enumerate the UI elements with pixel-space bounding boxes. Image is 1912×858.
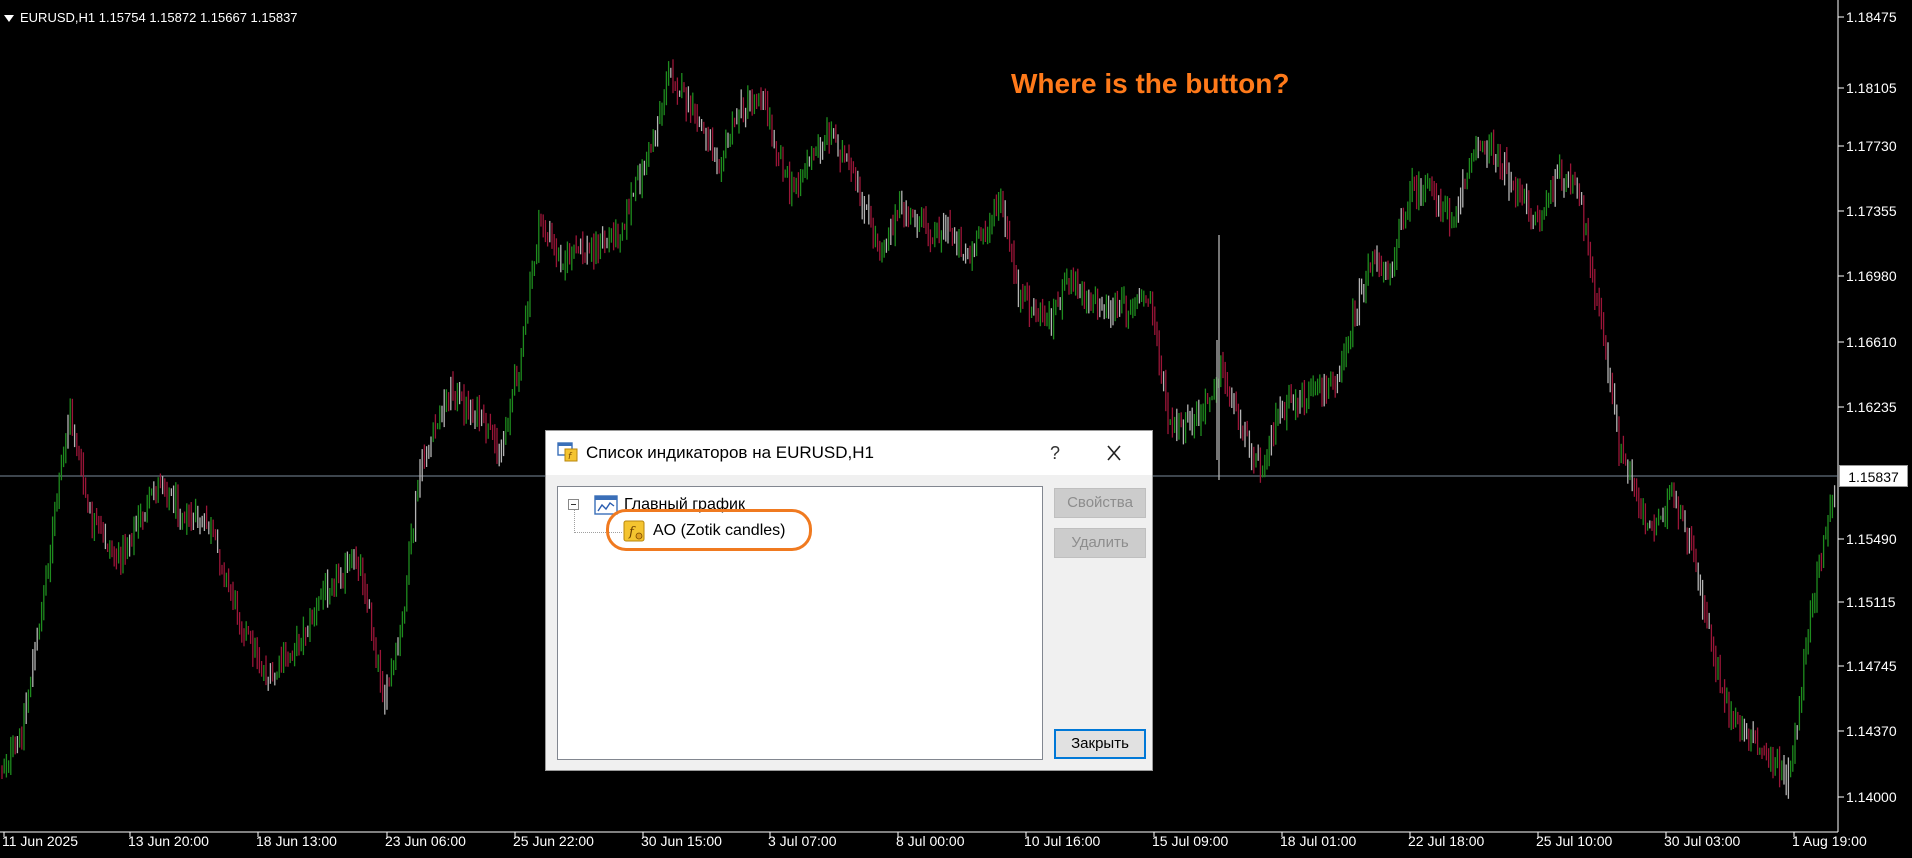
time-axis-label: 30 Jun 15:00 — [641, 833, 722, 849]
price-axis-label: 1.15490 — [1846, 531, 1897, 547]
time-axis-label: 11 Jun 2025 — [2, 833, 79, 849]
price-axis-label: 1.14000 — [1846, 789, 1897, 805]
help-button[interactable]: ? — [1037, 439, 1073, 467]
price-axis-label: 1.14370 — [1846, 723, 1897, 739]
price-axis-label: 1.18105 — [1846, 80, 1897, 96]
close-button[interactable]: Закрыть — [1054, 729, 1146, 759]
price-axis-label: 1.16610 — [1846, 334, 1897, 350]
price-axis-label: 1.15115 — [1846, 594, 1896, 610]
symbol-info: EURUSD,H1 1.15754 1.15872 1.15667 1.1583… — [4, 10, 298, 25]
time-axis-label: 18 Jun 13:00 — [256, 833, 337, 849]
collapse-icon[interactable] — [568, 499, 579, 510]
time-axis-label: 22 Jul 18:00 — [1408, 833, 1485, 849]
time-axis-label: 25 Jul 10:00 — [1536, 833, 1613, 849]
time-axis-label: 18 Jul 01:00 — [1280, 833, 1357, 849]
dropdown-triangle-icon[interactable] — [4, 15, 14, 23]
dialog-title: Список индикаторов на EURUSD,H1 — [586, 443, 874, 462]
price-axis-label: 1.17355 — [1846, 203, 1897, 219]
current-price-tag: 1.15837 — [1839, 465, 1908, 487]
time-axis-label: 3 Jul 07:00 — [768, 833, 837, 849]
time-axis-label: 25 Jun 22:00 — [513, 833, 594, 849]
time-axis-label: 8 Jul 00:00 — [896, 833, 965, 849]
delete-button[interactable]: Удалить — [1054, 528, 1146, 558]
time-axis-label: 1 Aug 19:00 — [1792, 833, 1867, 849]
symbol-info-text: EURUSD,H1 1.15754 1.15872 1.15667 1.1583… — [20, 10, 298, 25]
price-axis-label: 1.18475 — [1846, 9, 1897, 25]
price-axis-label: 1.14745 — [1846, 658, 1897, 674]
chart-window[interactable]: EURUSD,H1 1.15754 1.15872 1.15667 1.1583… — [0, 0, 1912, 858]
price-axis-label: 1.16235 — [1846, 399, 1897, 415]
time-axis-label: 23 Jun 06:00 — [385, 833, 466, 849]
indicators-list-dialog: f Список индикаторов на EURUSD,H1 ? Глав… — [545, 430, 1153, 771]
price-axis-label: 1.17730 — [1846, 138, 1897, 154]
price-axis-label: 1.16980 — [1846, 268, 1897, 284]
close-icon[interactable] — [1094, 439, 1134, 467]
time-axis-label: 15 Jul 09:00 — [1152, 833, 1229, 849]
time-axis-label: 10 Jul 16:00 — [1024, 833, 1101, 849]
properties-button[interactable]: Свойства — [1054, 488, 1146, 518]
dialog-titlebar[interactable]: f Список индикаторов на EURUSD,H1 ? — [546, 431, 1152, 475]
time-axis-label: 13 Jun 20:00 — [128, 833, 209, 849]
indicators-list-icon: f — [557, 442, 578, 462]
highlight-ellipse — [606, 509, 812, 551]
annotation-text: Where is the button? — [1011, 68, 1290, 99]
time-axis-label: 30 Jul 03:00 — [1664, 833, 1741, 849]
